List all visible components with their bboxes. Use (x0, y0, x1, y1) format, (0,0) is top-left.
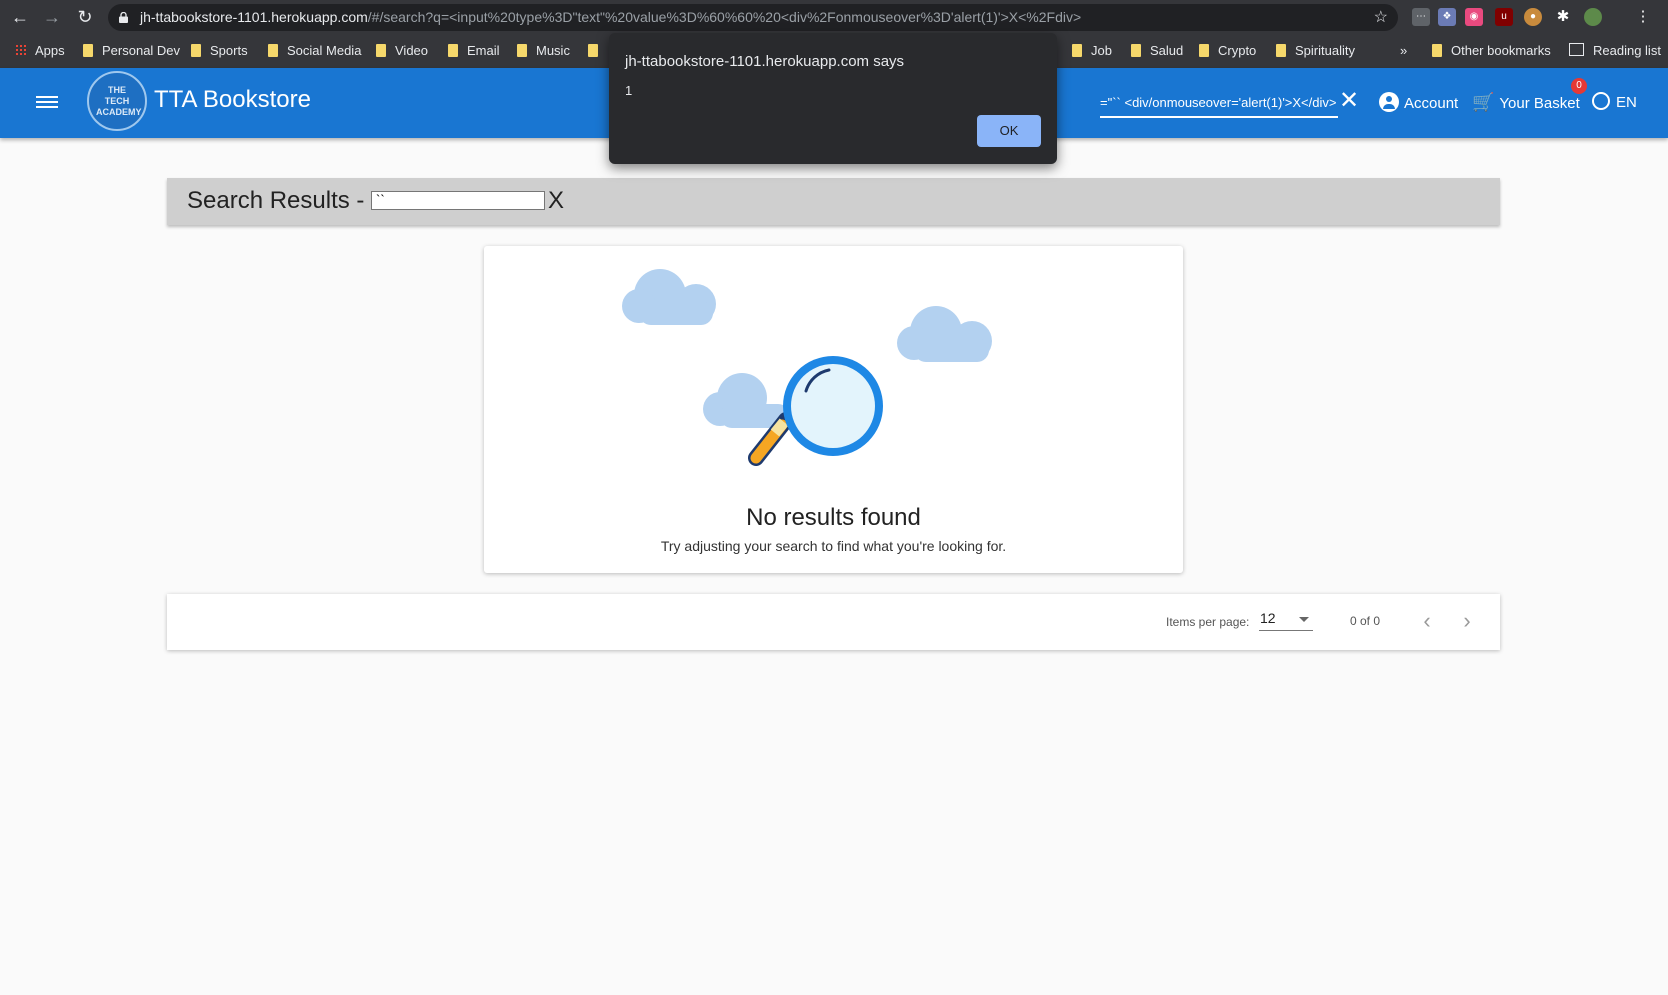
address-bar[interactable]: jh-ttabookstore-1101.herokuapp.com/#/sea… (108, 4, 1398, 31)
bookmark-apps[interactable]: Apps (15, 34, 65, 68)
account-label: Account (1404, 95, 1459, 112)
bookmark-label: Apps (35, 43, 65, 58)
bookmark-music[interactable]: Music (517, 34, 570, 68)
cloud-icon (622, 269, 716, 325)
no-results-card: No results found Try adjusting your sear… (484, 246, 1183, 573)
url-host: jh-ttabookstore-1101.herokuapp.com (140, 9, 368, 25)
language-button[interactable]: EN (1592, 92, 1637, 111)
basket-count-badge: 0 (1571, 78, 1587, 94)
bookmark-label: Job (1091, 43, 1112, 58)
search-illustration (622, 269, 992, 466)
browser-top-bar: ← → ↻ jh-ttabookstore-1101.herokuapp.com… (0, 0, 1668, 34)
reading-list-icon (1569, 43, 1584, 56)
folder-icon (448, 44, 458, 57)
cookie-icon[interactable]: ● (1524, 8, 1542, 26)
injected-text-input[interactable]: `` (371, 191, 545, 210)
injected-x-div[interactable]: X (548, 187, 564, 215)
account-circle-icon (1379, 92, 1399, 112)
extension-pink-icon[interactable]: ◉ (1465, 8, 1483, 26)
extension-dots-icon[interactable]: ⋯ (1412, 8, 1430, 26)
bookmark-label: Spirituality (1295, 43, 1355, 58)
bookmark-hidden-folder[interactable] (588, 34, 607, 68)
folder-icon (1199, 44, 1209, 57)
bookmark-star-icon[interactable]: ☆ (1374, 4, 1388, 31)
forward-arrow-icon[interactable]: → (40, 5, 64, 29)
bookmark-label: Reading list (1593, 43, 1661, 58)
search-results-header: Search Results - `` X (167, 178, 1500, 225)
ublock-icon[interactable]: u (1495, 8, 1513, 26)
paginator: Items per page: 12 0 of 0 ‹ › (167, 594, 1500, 650)
folder-icon (1131, 44, 1141, 57)
bookmark-label: Music (536, 43, 570, 58)
no-results-title: No results found (746, 504, 921, 531)
url-path: /#/search?q=<input%20type%3D"text"%20val… (367, 9, 1082, 25)
bookmark-label: Personal Dev (102, 43, 181, 58)
language-label: EN (1616, 94, 1637, 111)
bookmark-label: Video (395, 43, 429, 58)
items-per-page-value: 12 (1260, 610, 1276, 626)
search-clear-icon[interactable]: ✕ (1339, 88, 1359, 114)
lock-icon (119, 12, 128, 23)
folder-icon (588, 44, 598, 57)
page-range-label: 0 of 0 (1350, 614, 1381, 628)
folder-icon (1072, 44, 1082, 57)
alert-title: jh-ttabookstore-1101.herokuapp.com says (625, 53, 905, 70)
folder-icon (268, 44, 278, 57)
apps-grid-icon (15, 44, 27, 56)
bookmark-label: Sports (210, 43, 248, 58)
hamburger-menu-icon[interactable] (36, 93, 58, 111)
bookmarks-overflow-chevron[interactable]: » (1400, 34, 1407, 68)
cloud-icon (897, 306, 992, 362)
bookmark-job[interactable]: Job (1072, 34, 1112, 68)
folder-icon (1432, 44, 1442, 57)
tech-academy-logo[interactable]: THE TECH ACADEMY (87, 71, 147, 131)
folder-icon (1276, 44, 1286, 57)
bookmark-crypto[interactable]: Crypto (1199, 34, 1256, 68)
folder-icon (83, 44, 93, 57)
extensions-puzzle-icon[interactable]: ✱ (1554, 8, 1572, 26)
globe-icon (1592, 92, 1610, 110)
alert-message: 1 (625, 83, 633, 98)
reload-icon[interactable]: ↻ (73, 5, 97, 29)
folder-icon (517, 44, 527, 57)
browser-menu-icon[interactable]: ⋮ (1634, 8, 1652, 26)
account-button[interactable]: Account (1379, 92, 1458, 112)
alert-dialog: jh-ttabookstore-1101.herokuapp.com says … (609, 33, 1057, 164)
no-results-subtitle: Try adjusting your search to find what y… (660, 538, 1007, 554)
back-arrow-icon[interactable]: ← (8, 5, 32, 29)
dropdown-caret-icon (1299, 617, 1309, 622)
url-text: jh-ttabookstore-1101.herokuapp.com/#/sea… (140, 4, 1081, 31)
basket-label: Your Basket (1499, 95, 1580, 112)
next-page-icon[interactable]: › (1457, 610, 1477, 632)
bookmark-reading-list[interactable]: Reading list (1569, 34, 1661, 68)
folder-icon (376, 44, 386, 57)
bookmark-other-bookmarks[interactable]: Other bookmarks (1432, 34, 1551, 68)
bookmark-label: Crypto (1218, 43, 1257, 58)
bookmark-label: Salud (1150, 43, 1184, 58)
bookmark-spirituality[interactable]: Spirituality (1276, 34, 1355, 68)
extension-puzzle-blue-icon[interactable]: ❖ (1438, 8, 1456, 26)
bookmark-label: Other bookmarks (1451, 43, 1551, 58)
basket-button[interactable]: 🛒 Your Basket (1472, 92, 1580, 113)
items-per-page-label: Items per page: (1166, 615, 1250, 629)
bookmark-personal-dev[interactable]: Personal Dev (83, 34, 180, 68)
profile-avatar-icon[interactable] (1584, 8, 1602, 26)
bookmark-sports[interactable]: Sports (191, 34, 248, 68)
bookmark-video[interactable]: Video (376, 34, 428, 68)
items-per-page-select[interactable]: 12 (1259, 610, 1313, 631)
shopping-cart-icon: 🛒 (1472, 92, 1495, 112)
alert-ok-button[interactable]: OK (977, 115, 1041, 147)
search-results-title: Search Results - (187, 187, 365, 214)
previous-page-icon[interactable]: ‹ (1417, 610, 1437, 632)
bookmark-social-media[interactable]: Social Media (268, 34, 361, 68)
search-input[interactable]: ="`` <div/onmouseover='alert(1)'>X</div> (1100, 90, 1338, 118)
logo-text: THE TECH ACADEMY (96, 84, 142, 117)
bookmark-label: Social Media (287, 43, 362, 58)
bookmark-label: Email (467, 43, 500, 58)
bookmark-email[interactable]: Email (448, 34, 500, 68)
bookmark-salud[interactable]: Salud (1131, 34, 1183, 68)
folder-icon (191, 44, 201, 57)
app-title[interactable]: TTA Bookstore (154, 86, 311, 114)
